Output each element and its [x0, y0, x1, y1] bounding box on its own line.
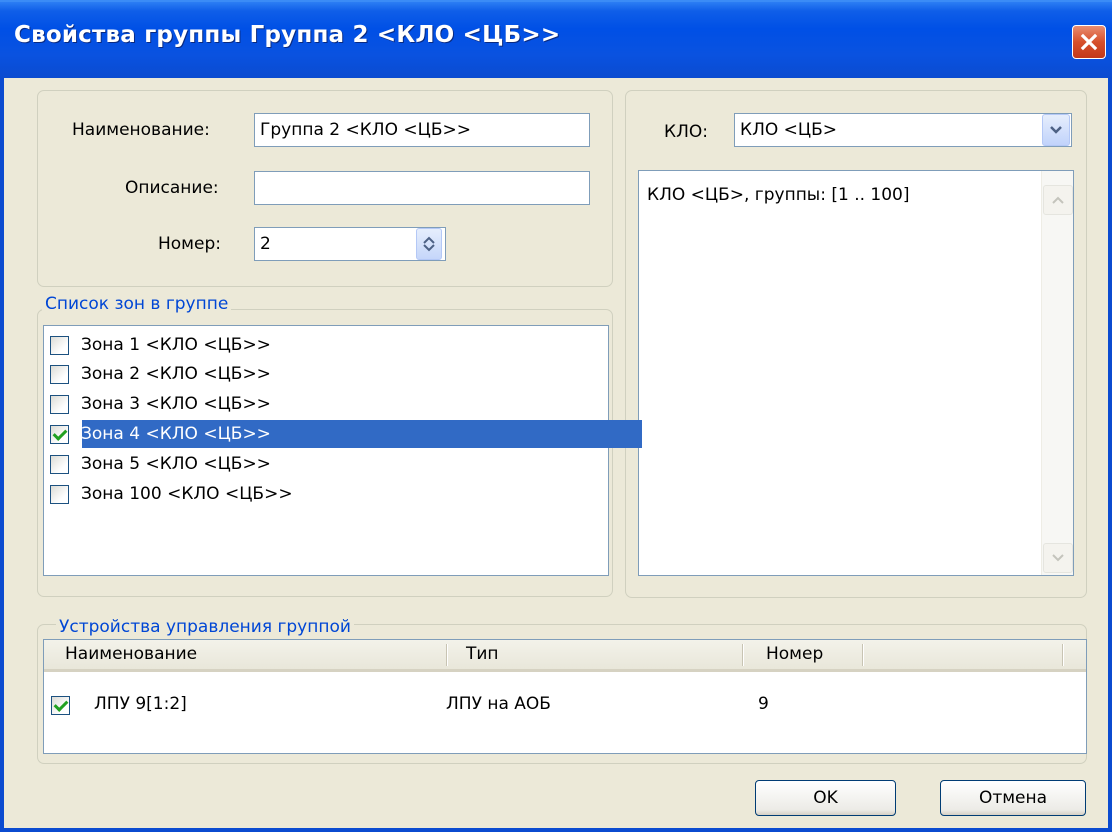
device-name: ЛПУ 9[1:2] — [94, 694, 187, 714]
zones-list[interactable]: Зона 1 <КЛО <ЦБ>> Зона 2 <КЛО <ЦБ>> Зона… — [43, 325, 642, 576]
description-input[interactable] — [254, 171, 590, 205]
window-title: Свойства группы Группа 2 <КЛО <ЦБ>> — [14, 22, 561, 48]
cancel-button[interactable]: Отмена — [940, 780, 1086, 816]
column-header-name[interactable]: Наименование — [65, 640, 197, 669]
description-label: Описание: — [125, 178, 219, 198]
zone-label: Зона 5 <КЛО <ЦБ>> — [81, 454, 271, 474]
close-button[interactable] — [1072, 25, 1106, 59]
devices-grid[interactable]: Наименование Тип Номер ЛПУ 9[1:2] ЛПУ на… — [43, 639, 1087, 754]
klo-label: КЛО: — [664, 122, 708, 142]
device-number: 9 — [758, 694, 769, 714]
title-bar[interactable]: Свойства группы Группа 2 <КЛО <ЦБ>> — [0, 0, 1112, 78]
name-label: Наименование: — [72, 120, 210, 140]
device-type: ЛПУ на АОБ — [446, 694, 551, 714]
zone-label: Зона 100 <КЛО <ЦБ>> — [81, 484, 293, 504]
close-icon — [1080, 33, 1098, 51]
zone-checkbox[interactable] — [50, 454, 69, 474]
scroll-down-button[interactable] — [1043, 543, 1073, 573]
klo-info-box: КЛО <ЦБ>, группы: [1 .. 100] — [638, 170, 1074, 576]
number-spinner[interactable] — [416, 228, 442, 260]
number-label: Номер: — [158, 234, 221, 254]
window-frame-left — [0, 78, 4, 832]
arrow-up-icon — [1052, 196, 1064, 204]
column-divider[interactable] — [862, 644, 864, 666]
klo-dropdown-button[interactable] — [1042, 114, 1070, 146]
chevron-down-icon — [1050, 126, 1062, 134]
ok-button[interactable]: OK — [755, 780, 896, 816]
column-header-number[interactable]: Номер — [766, 640, 823, 669]
name-input[interactable]: Группа 2 <КЛО <ЦБ>> — [254, 113, 590, 147]
zone-item-4[interactable]: Зона 4 <КЛО <ЦБ>> — [46, 421, 273, 447]
zone-item-3[interactable]: Зона 3 <КЛО <ЦБ>> — [46, 391, 273, 417]
window-frame-bottom — [0, 828, 1112, 832]
spin-up-icon[interactable] — [423, 236, 435, 244]
zone-item-1[interactable]: Зона 1 <КЛО <ЦБ>> — [46, 332, 273, 358]
zone-item-6[interactable]: Зона 100 <КЛО <ЦБ>> — [46, 481, 295, 507]
zone-label: Зона 1 <КЛО <ЦБ>> — [81, 335, 271, 355]
zone-checkbox[interactable] — [50, 364, 69, 384]
column-divider[interactable] — [1062, 644, 1064, 666]
devices-legend: Устройства управления группой — [56, 617, 354, 637]
zone-checkbox-checked[interactable] — [50, 424, 69, 444]
zone-checkbox[interactable] — [50, 484, 69, 504]
zone-label: Зона 3 <КЛО <ЦБ>> — [81, 394, 271, 414]
column-header-type[interactable]: Тип — [466, 640, 499, 669]
klo-select[interactable]: КЛО <ЦБ> — [734, 113, 1072, 147]
zone-label: Зона 2 <КЛО <ЦБ>> — [81, 364, 271, 384]
window-frame-right — [1108, 78, 1112, 832]
klo-info-text: КЛО <ЦБ>, группы: [1 .. 100] — [647, 185, 910, 205]
zone-checkbox[interactable] — [50, 335, 69, 355]
arrow-down-icon — [1052, 554, 1064, 562]
zone-label: Зона 4 <КЛО <ЦБ>> — [81, 424, 271, 444]
zone-item-2[interactable]: Зона 2 <КЛО <ЦБ>> — [46, 361, 273, 387]
klo-info-scrollbar[interactable] — [1041, 171, 1073, 575]
zones-legend: Список зон в группе — [42, 294, 232, 314]
spin-down-icon[interactable] — [423, 244, 435, 252]
table-row[interactable]: ЛПУ 9[1:2] ЛПУ на АОБ 9 — [44, 692, 1084, 718]
zone-checkbox[interactable] — [50, 394, 69, 414]
column-divider[interactable] — [742, 644, 744, 666]
scroll-up-button[interactable] — [1043, 185, 1073, 215]
devices-grid-header: Наименование Тип Номер — [44, 640, 1086, 672]
zone-item-5[interactable]: Зона 5 <КЛО <ЦБ>> — [46, 451, 273, 477]
column-divider[interactable] — [446, 644, 448, 666]
device-checkbox-checked[interactable] — [51, 696, 70, 715]
